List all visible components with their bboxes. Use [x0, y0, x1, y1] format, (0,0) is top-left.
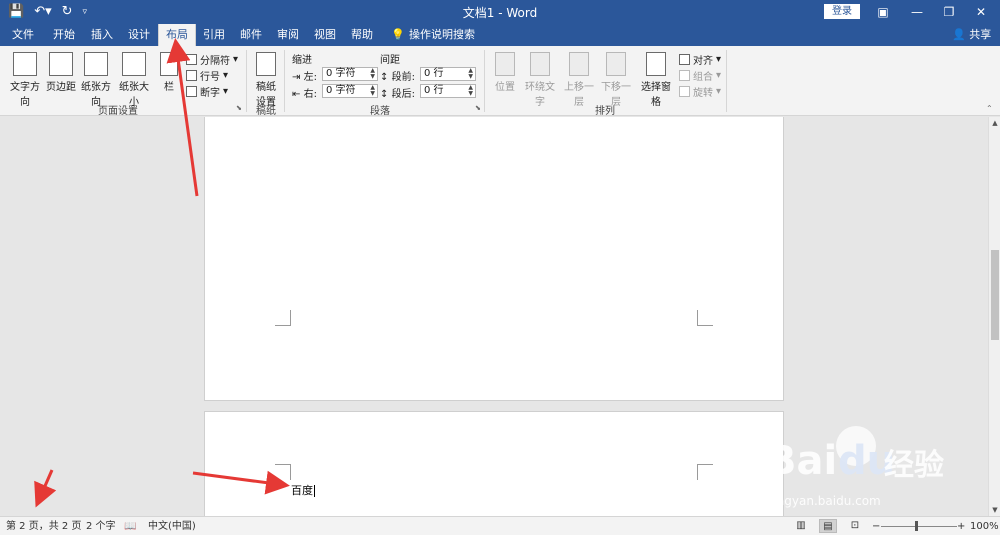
page-count-status[interactable]: 第 2 页，共 2 页	[6, 520, 81, 533]
proofing-icon[interactable]: 📖	[124, 520, 136, 533]
annotation-arrows	[34, 38, 290, 508]
arrow-to-page-status	[34, 469, 57, 508]
read-mode-icon[interactable]: ▥	[792, 519, 810, 533]
arrow-to-layout-tab	[166, 38, 199, 197]
zoom-slider-thumb[interactable]	[915, 521, 918, 531]
print-layout-icon[interactable]: ▤	[819, 519, 837, 533]
web-layout-icon[interactable]: ⊡	[846, 519, 864, 533]
zoom-in-icon[interactable]: +	[957, 520, 965, 533]
status-bar: 第 2 页，共 2 页 2 个字 📖 中文(中国) ▥ ▤ ⊡ − + 100%	[0, 516, 1000, 535]
zoom-out-icon[interactable]: −	[872, 520, 880, 533]
arrow-to-document-text	[192, 470, 290, 495]
word-count-status[interactable]: 2 个字	[86, 520, 116, 533]
language-status[interactable]: 中文(中国)	[148, 520, 196, 533]
zoom-slider-track[interactable]	[881, 526, 957, 527]
zoom-level[interactable]: 100%	[970, 520, 999, 533]
